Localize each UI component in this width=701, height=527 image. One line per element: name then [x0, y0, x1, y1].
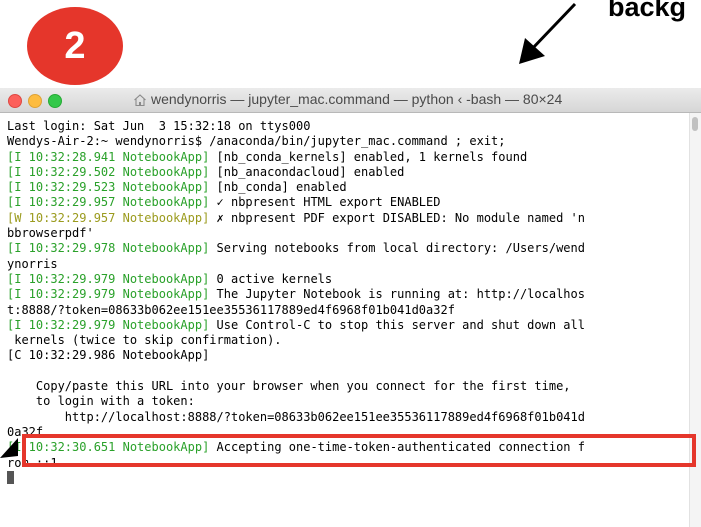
log-message: ynorris [7, 256, 58, 271]
terminal-line: http://localhost:8888/?token=08633b062ee… [7, 410, 690, 425]
log-message: [nb_conda] enabled [209, 180, 347, 195]
log-prefix: [I 10:32:29.502 NotebookApp] [7, 164, 210, 179]
window-titlebar[interactable]: wendynorris — jupyter_mac.command — pyth… [0, 88, 701, 113]
terminal-line: [I 10:32:29.957 NotebookApp] ✓ nbpresent… [7, 195, 690, 210]
log-message: [nb_conda_kernels] enabled, 1 kernels fo… [209, 149, 528, 164]
terminal-line: [I 10:32:29.979 NotebookApp] Use Control… [7, 318, 690, 333]
terminal-line: to login with a token: [7, 394, 690, 409]
window-title: wendynorris — jupyter_mac.command — pyth… [151, 91, 563, 107]
log-message: Copy/paste this URL into your browser wh… [7, 379, 571, 394]
annotation-label: backg [608, 0, 687, 22]
screenshot-canvas: 2 backg wendynorris — jupyter_mac.comman… [0, 0, 701, 527]
scrollbar-thumb[interactable] [692, 117, 698, 131]
terminal-line: [C 10:32:29.986 NotebookApp] [7, 348, 690, 363]
terminal-line: [I 10:32:29.523 NotebookApp] [nb_conda] … [7, 180, 690, 195]
terminal-line: kernels (twice to skip confirmation). [7, 333, 690, 348]
terminal-line: [I 10:32:29.502 NotebookApp] [nb_anacond… [7, 165, 690, 180]
terminal-line: [I 10:32:29.979 NotebookApp] The Jupyter… [7, 287, 690, 302]
terminal-line: Wendys-Air-2:~ wendynorris$ /anaconda/bi… [7, 134, 690, 149]
terminal-line: [I 10:32:29.979 NotebookApp] 0 active ke… [7, 272, 690, 287]
log-prefix: [I 10:32:29.979 NotebookApp] [7, 317, 210, 332]
log-message: kernels (twice to skip confirmation). [7, 333, 282, 348]
log-message: t:8888/?token=08633b062ee151ee3553611788… [7, 302, 455, 317]
terminal-line: Last login: Sat Jun 3 15:32:18 on ttys00… [7, 119, 690, 134]
log-message: [C 10:32:29.986 NotebookApp] [7, 348, 210, 363]
log-prefix: [I 10:32:29.979 NotebookApp] [7, 271, 210, 286]
log-prefix: [I 10:32:29.957 NotebookApp] [7, 195, 210, 210]
log-message: Last login: Sat Jun 3 15:32:18 on ttys00… [7, 119, 311, 133]
minimize-window-button[interactable] [28, 94, 42, 108]
annotation-arrow-tip-icon [0, 438, 18, 458]
terminal-line: [I 10:32:29.978 NotebookApp] Serving not… [7, 241, 690, 256]
log-message: The Jupyter Notebook is running at: http… [209, 287, 585, 302]
terminal-line: t:8888/?token=08633b062ee151ee3553611788… [7, 303, 690, 318]
prompt-line [7, 470, 690, 486]
log-prefix: [I 10:32:29.978 NotebookApp] [7, 241, 210, 256]
maximize-window-button[interactable] [48, 94, 62, 108]
terminal-line: ynorris [7, 257, 690, 272]
terminal-line: [W 10:32:29.957 NotebookApp] ✗ nbpresent… [7, 211, 690, 226]
log-message: Serving notebooks from local directory: … [209, 241, 585, 256]
log-message: ✗ nbpresent PDF export DISABLED: No modu… [209, 210, 585, 225]
log-message: ✓ nbpresent HTML export ENABLED [209, 195, 441, 210]
log-message: Wendys-Air-2:~ wendynorris$ /anaconda/bi… [7, 134, 506, 149]
log-message: bbrowserpdf' [7, 226, 94, 241]
step-number-badge: 2 [27, 7, 123, 85]
log-prefix: [I 10:32:29.523 NotebookApp] [7, 180, 210, 195]
terminal-line: bbrowserpdf' [7, 226, 690, 241]
terminal-line: [I 10:32:28.941 NotebookApp] [nb_conda_k… [7, 150, 690, 165]
step-number: 2 [64, 24, 86, 67]
log-message: 0 active kernels [209, 271, 333, 286]
close-window-button[interactable] [8, 94, 22, 108]
log-message: to login with a token: [7, 394, 195, 409]
text-cursor [7, 470, 14, 484]
log-message: Use Control-C to stop this server and sh… [209, 317, 585, 332]
log-message: http://localhost:8888/?token=08633b062ee… [7, 409, 585, 424]
url-highlight-box [22, 434, 696, 467]
terminal-line: Copy/paste this URL into your browser wh… [7, 379, 690, 394]
log-prefix: [W 10:32:29.957 NotebookApp] [7, 210, 210, 225]
log-prefix: [I 10:32:28.941 NotebookApp] [7, 149, 210, 164]
home-icon [134, 94, 146, 107]
log-message: [nb_anacondacloud] enabled [209, 164, 405, 179]
log-prefix: [I 10:32:29.979 NotebookApp] [7, 287, 210, 302]
annotation-arrow-icon [519, 2, 577, 64]
